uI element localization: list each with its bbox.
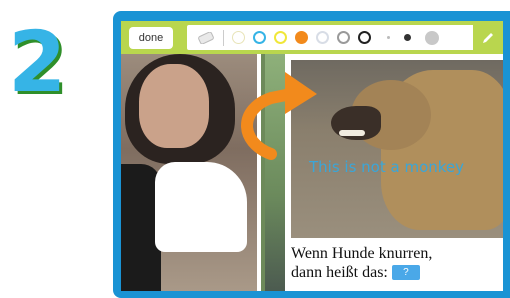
color-swatch-gray[interactable] <box>337 31 350 44</box>
eraser-icon[interactable] <box>195 29 217 47</box>
brush-size-medium[interactable] <box>404 34 411 41</box>
color-swatch-white[interactable] <box>232 31 245 44</box>
toolbar-divider <box>223 29 224 46</box>
handwritten-annotation: This is not a monkey <box>309 158 465 176</box>
caption-line-2-text: dann heißt das: <box>291 264 388 281</box>
chimp-face <box>139 64 209 148</box>
color-swatch-light-gray[interactable] <box>316 31 329 44</box>
tablet-frame: Wenn Hunde knurren, dann heißt das:? Thi… <box>113 11 510 298</box>
color-swatch-orange[interactable] <box>295 31 308 44</box>
photo-caption: Wenn Hunde knurren, dann heißt das:? <box>291 244 501 282</box>
pen-tool-button[interactable] <box>473 21 503 54</box>
caption-line-1: Wenn Hunde knurren, <box>291 245 433 262</box>
brush-size-small[interactable] <box>387 36 390 39</box>
color-swatch-yellow[interactable] <box>274 31 287 44</box>
dog-teeth <box>339 130 365 136</box>
home-indicator <box>259 292 369 298</box>
color-swatch-blue[interactable] <box>253 31 266 44</box>
chimpanzee-photo <box>121 54 261 291</box>
app-screen: Wenn Hunde knurren, dann heißt das:? Thi… <box>121 21 503 291</box>
dog-photo <box>291 60 503 238</box>
page-content: Wenn Hunde knurren, dann heißt das:? Thi… <box>121 54 503 291</box>
drawing-toolbar: done <box>121 21 503 54</box>
done-button[interactable]: done <box>129 26 173 49</box>
tool-palette <box>187 21 503 54</box>
answer-blank-button[interactable]: ? <box>391 265 420 280</box>
color-swatch-black[interactable] <box>358 31 371 44</box>
step-number: 2 <box>8 13 67 111</box>
caption-line-2: dann heißt das:? <box>291 263 501 282</box>
pencil-icon <box>483 32 493 43</box>
chimp-shirt <box>155 162 247 252</box>
brush-size-large[interactable] <box>425 30 439 45</box>
